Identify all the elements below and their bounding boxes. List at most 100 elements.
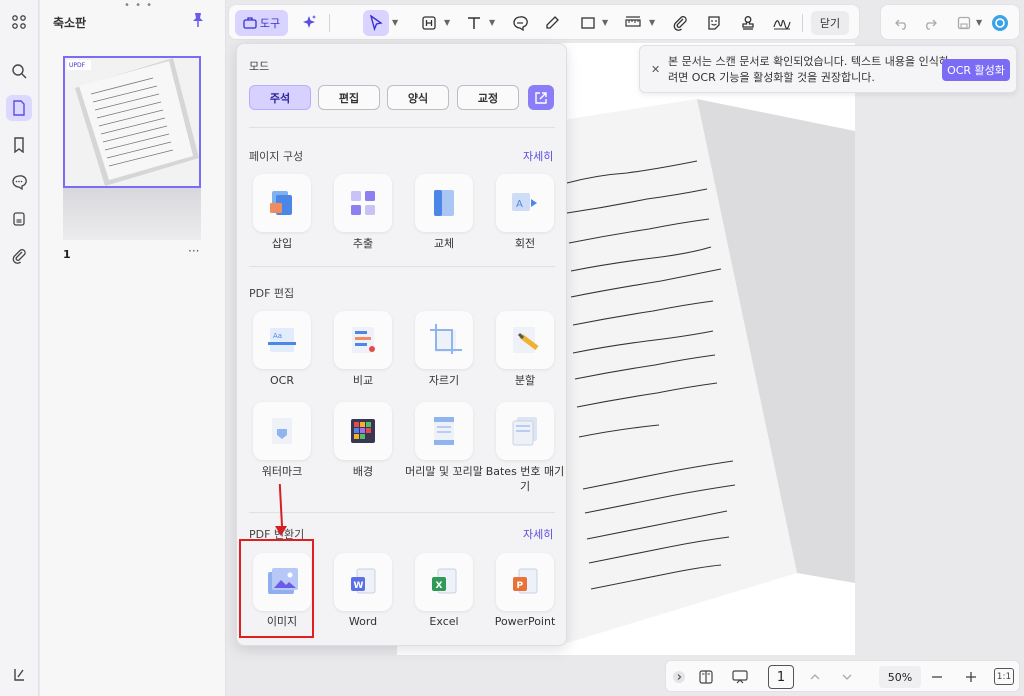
watermark-label: 워터마크 (261, 465, 303, 478)
ocr-tile[interactable]: Aa (253, 311, 311, 369)
bottom-bar: 1 50% 1:1 (665, 660, 1020, 692)
divider (249, 512, 555, 513)
ocr-notice: ✕ 본 문서는 스캔 문서로 확인되었습니다. 텍스트 내용을 인식하려면 OC… (639, 45, 1017, 93)
page-view-icon[interactable] (694, 666, 718, 688)
signature-icon[interactable] (769, 10, 795, 36)
tools-label: 도구 (259, 17, 281, 30)
text-tool-icon[interactable] (461, 10, 487, 36)
mode-review-button[interactable]: 교정 (457, 85, 519, 110)
comment-bubble-icon[interactable] (507, 10, 533, 36)
stamp-icon[interactable] (735, 10, 761, 36)
save-icon[interactable] (951, 10, 977, 36)
ocr-icon: Aa (268, 328, 296, 352)
chevron-down-icon[interactable]: ▼ (392, 18, 398, 27)
bookmark-icon[interactable] (6, 132, 32, 158)
page-number-input[interactable]: 1 (768, 665, 794, 689)
drag-handle-icon[interactable]: • • • (124, 1, 153, 11)
chevron-down-icon[interactable]: ▼ (602, 18, 608, 27)
presentation-icon[interactable] (728, 666, 752, 688)
bates-label: Bates 번호 매기기 (485, 465, 565, 493)
annotation-highlight-box (239, 539, 314, 638)
thumbnails-icon[interactable] (6, 95, 32, 121)
background-label: 배경 (352, 465, 374, 478)
pencil-icon[interactable] (539, 10, 565, 36)
open-external-icon[interactable] (528, 85, 554, 110)
insert-label: 삽입 (271, 237, 293, 250)
ocr-enable-button[interactable]: OCR 활성화 (942, 59, 1010, 81)
extract-tile[interactable] (334, 174, 392, 232)
chevron-down-icon[interactable]: ▼ (649, 18, 655, 27)
tools-button[interactable]: 도구 (235, 10, 288, 36)
actual-size-button[interactable]: 1:1 (994, 668, 1014, 685)
toolbox-icon (243, 17, 257, 29)
rotate-icon: A (512, 193, 537, 211)
svg-text:X: X (436, 581, 443, 591)
split-tile[interactable] (496, 311, 554, 369)
chevron-down-icon[interactable] (838, 666, 856, 688)
chevron-down-icon[interactable]: ▼ (444, 18, 450, 27)
chevron-down-icon[interactable]: ▼ (489, 18, 495, 27)
mode-annotate-button[interactable]: 주석 (249, 85, 311, 110)
svg-text:Aa: Aa (273, 332, 282, 340)
replace-label: 교체 (433, 237, 455, 250)
layers-icon[interactable] (6, 662, 32, 688)
compare-icon (352, 327, 375, 353)
word-tile[interactable]: W (334, 553, 392, 611)
redo-icon[interactable] (917, 10, 943, 36)
more-link-page[interactable]: 자세히 (523, 148, 553, 164)
divider (249, 266, 555, 267)
measure-icon[interactable] (620, 10, 646, 36)
compare-label: 비교 (352, 374, 374, 387)
replace-tile[interactable] (415, 174, 473, 232)
separator (329, 14, 330, 32)
chevron-right-icon[interactable] (670, 666, 688, 688)
bates-icon (512, 417, 537, 446)
attachment-icon[interactable] (6, 243, 32, 269)
word-icon: W (351, 568, 376, 594)
comment-icon[interactable] (6, 169, 32, 195)
form-icon[interactable] (6, 206, 32, 232)
close-icon[interactable]: ✕ (651, 63, 660, 76)
page-thumbnail[interactable]: UPDF (63, 56, 201, 188)
zoom-out-icon[interactable] (928, 666, 946, 688)
excel-tile[interactable]: X (415, 553, 473, 611)
top-toolbar: 도구 ▼ ▼ ▼ ▼ ▼ 닫기 (228, 4, 860, 40)
search-icon[interactable] (6, 58, 32, 84)
split-icon (513, 327, 539, 353)
mode-form-button[interactable]: 양식 (387, 85, 449, 110)
page-number: 1 (63, 248, 71, 261)
select-cursor-icon[interactable] (363, 10, 389, 36)
header-footer-icon (434, 417, 454, 445)
excel-icon: X (432, 568, 457, 594)
paperclip-icon[interactable] (667, 10, 693, 36)
profile-sync-icon[interactable] (987, 10, 1013, 36)
mode-edit-button[interactable]: 편집 (318, 85, 380, 110)
rotate-tile[interactable]: A (496, 174, 554, 232)
notice-message: 본 문서는 스캔 문서로 확인되었습니다. 텍스트 내용을 인식하려면 OCR … (668, 55, 949, 84)
close-button[interactable]: 닫기 (811, 11, 849, 35)
chevron-down-icon[interactable]: ▼ (976, 18, 982, 27)
chevron-up-icon[interactable] (806, 666, 824, 688)
zoom-level[interactable]: 50% (879, 666, 921, 688)
sticker-icon[interactable] (701, 10, 727, 36)
ai-sparkle-icon[interactable] (296, 10, 322, 36)
thumbnail-panel: • • • 축소판 UPDF 1 ··· (40, 0, 226, 696)
zoom-in-icon[interactable] (962, 666, 980, 688)
left-rail (0, 0, 39, 696)
watermark-tile[interactable] (253, 402, 311, 460)
apps-icon[interactable] (6, 9, 32, 35)
more-link-convert[interactable]: 자세히 (523, 526, 553, 542)
insert-tile[interactable] (253, 174, 311, 232)
compare-tile[interactable] (334, 311, 392, 369)
ocr-label: OCR (270, 374, 294, 387)
crop-tile[interactable] (415, 311, 473, 369)
pin-icon[interactable] (190, 12, 206, 28)
rectangle-icon[interactable] (575, 10, 601, 36)
background-tile[interactable] (334, 402, 392, 460)
powerpoint-tile[interactable]: P (496, 553, 554, 611)
header-footer-tile[interactable] (415, 402, 473, 460)
bates-tile[interactable] (496, 402, 554, 460)
more-options-icon[interactable]: ··· (188, 244, 199, 258)
highlight-text-icon[interactable] (416, 10, 442, 36)
undo-icon[interactable] (889, 10, 915, 36)
